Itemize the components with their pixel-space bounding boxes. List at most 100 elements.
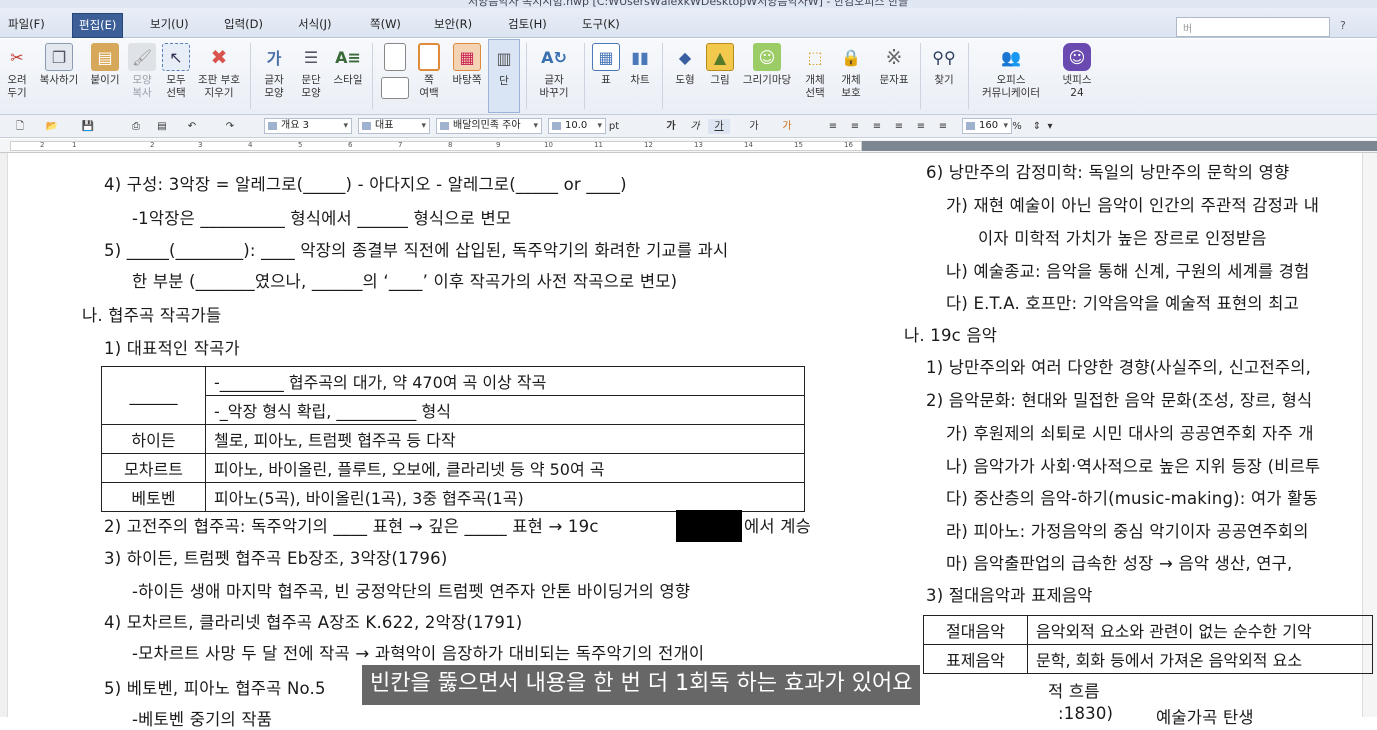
help-icon[interactable]: ? [1340, 19, 1346, 32]
redo-icon[interactable]: ↷ [218, 119, 242, 134]
left-margin-bar [0, 153, 8, 717]
menu-tools[interactable]: 도구(K) [582, 16, 620, 32]
style-select[interactable]: 개요 3 [264, 118, 352, 134]
font-size-select[interactable]: 10.0 [548, 118, 606, 134]
title-bar: 서양음악사 복지시험.hwp [C:₩Users₩alexk₩Desktop₩서… [0, 0, 1377, 8]
ribbon-separator [920, 43, 921, 109]
object-lock-button[interactable]: 🔒 개체 보호 [834, 39, 868, 113]
shape-button[interactable]: ◆ 도형 [668, 39, 702, 113]
para-shape-button[interactable]: ☰ 문단 모양 [294, 39, 328, 113]
ruler-tick: 5 [298, 141, 303, 149]
find-button[interactable]: ⚲⚲ 찾기 [926, 39, 962, 113]
highlight-button[interactable]: 가 [780, 119, 794, 134]
doc-line: 3) 하이든, 트럼펫 협주곡 Eb장조, 3악장(1796) [104, 549, 448, 568]
table-cell: 문학, 회화 등에서 가져온 음악외적 요소 [1027, 644, 1373, 674]
composer-table: ______ -________ 협주곡의 대가, 약 470여 곡 이상 작곡… [101, 366, 805, 512]
page-icon [384, 43, 406, 71]
doc-line: 가) 재현 예술이 아닌 음악이 인간의 주관적 감정과 내 [946, 196, 1320, 215]
doc-line: 다) E.T.A. 호프만: 기악음악을 예술적 표현의 최고 [946, 294, 1300, 313]
menu-view[interactable]: 보기(U) [150, 16, 189, 32]
zoom-dropdown-icon[interactable]: ▾ [1044, 119, 1056, 134]
table-row: 하이든 첼로, 피아노, 트럼펫 협주곡 등 다작 [101, 424, 805, 454]
paste-icon: ▤ [91, 43, 119, 71]
table-button[interactable]: ▦ 표 [590, 39, 622, 113]
font-select[interactable]: 배달의민족 주아 [436, 118, 542, 134]
netffice-button[interactable]: ☺ 넷피스 24 [1054, 39, 1100, 113]
char-shape-button[interactable]: 가 글자 모양 [256, 39, 292, 113]
replace-char-button[interactable]: A↻ 글자 바꾸기 [532, 39, 576, 113]
table-cell-name: 모차르트 [101, 453, 206, 483]
master-page-icon: ▦ [453, 43, 481, 71]
italic-button[interactable]: 가 [688, 119, 702, 134]
object-select-button[interactable]: ⬚ 개체 선택 [798, 39, 832, 113]
table-cell-blank: ______ [101, 366, 206, 425]
master-page-button[interactable]: ▦ 바탕쪽 [448, 39, 486, 113]
columns-button[interactable]: ▥ 단 [488, 39, 520, 113]
new-doc-icon[interactable]: 🗋 [8, 119, 32, 134]
ruler-tick: 12 [644, 141, 653, 149]
menu-search-input[interactable]: 버 [1176, 17, 1330, 37]
align-center-icon[interactable]: ≡ [870, 119, 884, 134]
ruler-tick: 1 [72, 141, 77, 149]
doc-line: 에서 계승 [744, 517, 811, 536]
page-margin-button[interactable]: 쪽 여백 [412, 39, 446, 113]
zoom-spinner-icon[interactable]: ⇕ [1030, 119, 1044, 134]
doc-line: 나) 예술종교: 음악을 통해 신계, 구원의 세계를 경험 [946, 262, 1310, 281]
bold-button[interactable]: 가 [664, 119, 678, 134]
menu-insert[interactable]: 입력(D) [224, 16, 263, 32]
doc-line: 5) 베토벤, 피아노 협주곡 No.5 [104, 679, 326, 698]
ruler-tick: 3 [198, 141, 203, 149]
menu-page[interactable]: 쪽(W) [370, 16, 401, 32]
font-color-button[interactable]: 가 [744, 119, 764, 134]
doc-line: 4) 구성: 3악장 = 알레그로(_____) - 아다지오 - 알레그로(_… [104, 175, 627, 194]
period-years: :1830) [1058, 704, 1114, 723]
doc-line: 6) 낭만주의 감정미학: 독일의 낭만주의 문학의 영향 [926, 163, 1290, 182]
cut-button[interactable]: ✂ 오려 두기 [2, 39, 32, 113]
style-button[interactable]: A≡ 스타일 [330, 39, 366, 113]
underline-button[interactable]: 가 [708, 119, 730, 134]
clipart-button[interactable]: ☺ 그리기마당 [738, 39, 796, 113]
align-divide-icon[interactable]: ≡ [936, 119, 950, 134]
clear-codes-icon: ✖ [210, 45, 228, 69]
size-unit[interactable]: pt [604, 119, 624, 134]
clear-codes-button[interactable]: ✖ 조판 부호 지우기 [194, 39, 244, 113]
align-distribute-icon[interactable]: ≡ [914, 119, 928, 134]
communicator-icon: 👥 [1001, 47, 1021, 67]
preview-icon[interactable]: ▤ [150, 119, 174, 134]
align-right-icon[interactable]: ≡ [892, 119, 906, 134]
office-communicator-button[interactable]: 👥 오피스 커뮤니케이터 [974, 39, 1048, 113]
page-landscape-icon [381, 77, 409, 99]
page-setup-button[interactable] [378, 39, 412, 113]
doc-line: 5) _____(________): ____ 악장의 종결부 직전에 삽입된… [104, 241, 729, 260]
undo-icon[interactable]: ↶ [180, 119, 204, 134]
menu-edit[interactable]: 편집(E) [72, 13, 124, 38]
align-left-icon[interactable]: ≡ [848, 119, 862, 134]
copy-button[interactable]: ❐ 복사하기 [34, 39, 84, 113]
font-group-select[interactable]: 대표 [358, 118, 430, 134]
doc-line: 마) 음악출판업의 급속한 성장 → 음악 생산, 연구, [946, 554, 1293, 573]
ruler-tick: 10 [544, 141, 553, 149]
symbol-button[interactable]: ※ 문자표 [874, 39, 914, 113]
print-icon[interactable]: ⎙ [124, 119, 148, 134]
align-justify-icon[interactable]: ≡ [826, 119, 840, 134]
paste-button[interactable]: ▤ 붙이기 [86, 39, 124, 113]
picture-icon: ▲ [706, 43, 734, 71]
table-cell-name: 표제음악 [923, 644, 1028, 674]
page-margin-icon [418, 43, 440, 71]
doc-line: 가) 후원제의 쇠퇴로 시민 대사의 공공연주회 자주 개 [946, 424, 1314, 443]
open-icon[interactable]: 📂 [40, 119, 64, 134]
chart-button[interactable]: ▮▮ 차트 [624, 39, 656, 113]
music-type-table: 절대음악 음악외적 요소와 관련이 없는 순수한 기악 표제음악 문학, 회화 … [923, 615, 1373, 674]
menu-review[interactable]: 검토(H) [508, 16, 547, 32]
menu-format[interactable]: 서식(J) [298, 16, 332, 32]
picture-button[interactable]: ▲ 그림 [704, 39, 736, 113]
save-icon[interactable]: 💾 [76, 119, 100, 134]
menu-file[interactable]: 파일(F) [8, 16, 45, 32]
doc-line: 2) 고전주의 협주곡: 독주악기의 ____ 표현 → 깊은 _____ 표현… [104, 517, 599, 536]
format-painter-button[interactable]: 🖌 모양 복사 [126, 39, 158, 113]
horizontal-ruler[interactable]: 2 1 2 3 4 5 6 7 8 9 10 11 12 13 14 15 16 [0, 139, 1377, 153]
zoom-select[interactable]: 160 [962, 118, 1012, 134]
menu-security[interactable]: 보안(R) [434, 16, 472, 32]
table-cell: -_악장 형식 확립, __________ 형식 [205, 395, 805, 425]
select-all-button[interactable]: ↖ 모두 선택 [160, 39, 192, 113]
